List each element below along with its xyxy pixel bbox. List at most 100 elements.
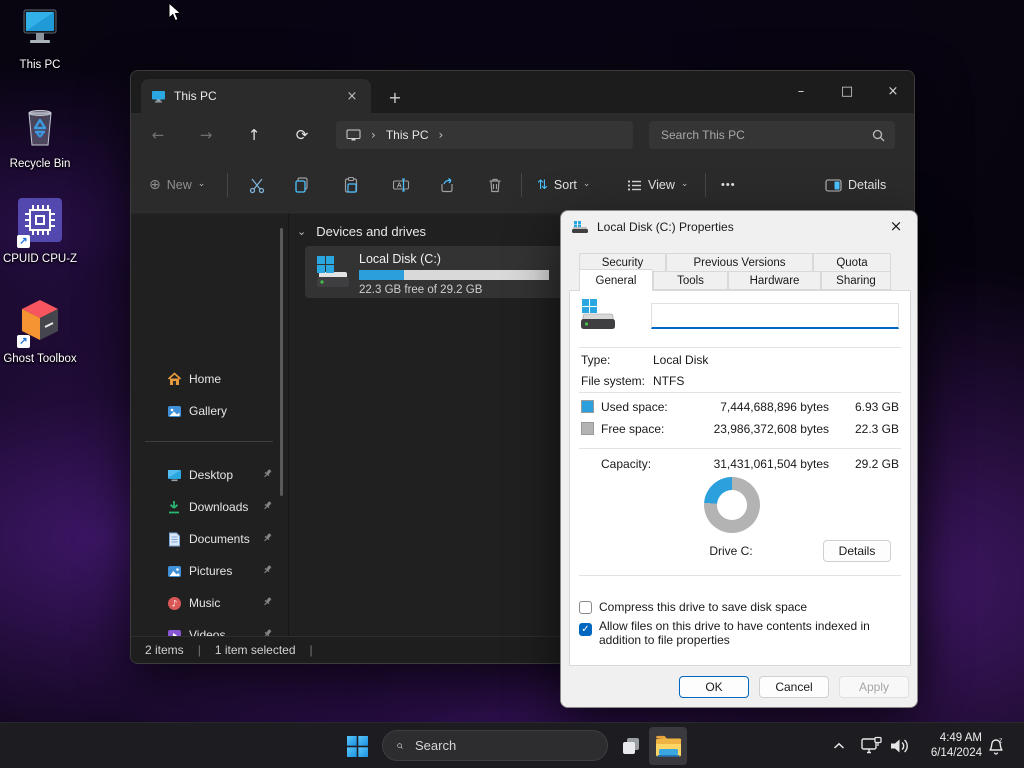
divider bbox=[579, 347, 901, 348]
monitor-icon bbox=[346, 129, 361, 142]
tab-sharing[interactable]: Sharing bbox=[821, 271, 891, 290]
chevron-down-icon[interactable]: ⌄ bbox=[297, 225, 306, 238]
forward-button[interactable]: → bbox=[190, 119, 222, 151]
sidebar-item-gallery[interactable]: Gallery bbox=[139, 397, 281, 425]
properties-dialog: Local Disk (C:) Properties × Security Pr… bbox=[560, 210, 918, 708]
dialog-footer: OK Cancel Apply bbox=[561, 664, 917, 707]
maximize-button[interactable]: □ bbox=[824, 71, 870, 111]
details-button[interactable]: Details bbox=[823, 540, 891, 562]
volume-label-input[interactable] bbox=[651, 303, 899, 329]
new-tab-button[interactable]: + bbox=[383, 85, 407, 109]
rename-button[interactable]: A bbox=[385, 169, 417, 201]
compress-checkbox-label[interactable]: Compress this drive to save disk space bbox=[599, 600, 901, 614]
used-space-bytes: 7,444,688,896 bytes bbox=[681, 400, 829, 414]
tab-hardware[interactable]: Hardware bbox=[728, 271, 821, 290]
used-space-label: Used space: bbox=[601, 400, 668, 414]
file-explorer-taskbar-button[interactable] bbox=[649, 727, 687, 765]
more-options-button[interactable]: ••• bbox=[713, 169, 744, 201]
copy-icon bbox=[293, 176, 311, 194]
back-button[interactable]: ← bbox=[142, 119, 174, 151]
tab-quota[interactable]: Quota bbox=[813, 253, 891, 272]
sidebar-item-pictures[interactable]: Pictures bbox=[139, 557, 281, 585]
share-button[interactable] bbox=[431, 169, 463, 201]
clipboard-icon bbox=[342, 176, 360, 194]
free-space-gb: 22.3 GB bbox=[837, 422, 899, 436]
tab-general[interactable]: General bbox=[579, 269, 653, 291]
taskbar-search[interactable] bbox=[382, 730, 608, 761]
bell-do-not-disturb-icon: z bbox=[986, 736, 1006, 756]
drive-item-local-disk-c[interactable]: Local Disk (C:) 22.3 GB free of 29.2 GB bbox=[305, 246, 567, 298]
close-button[interactable]: × bbox=[870, 71, 915, 111]
explorer-toolbar: ⊕ New ⌄ bbox=[131, 157, 914, 214]
tab-title: This PC bbox=[174, 89, 217, 103]
dialog-titlebar[interactable]: Local Disk (C:) Properties × bbox=[561, 211, 917, 243]
tray-network-button[interactable] bbox=[860, 723, 883, 768]
desktop-icon-recycle-bin[interactable]: Recycle Bin bbox=[0, 103, 80, 171]
free-space-swatch bbox=[581, 422, 594, 435]
desktop-icon-cpuz[interactable]: ↗ CPUID CPU-Z bbox=[0, 196, 80, 266]
tray-notifications-button[interactable]: z bbox=[986, 723, 1006, 768]
index-checkbox[interactable]: ✓ bbox=[579, 623, 592, 636]
explorer-search[interactable] bbox=[649, 121, 895, 149]
chevron-up-icon bbox=[833, 742, 845, 750]
monitor-icon bbox=[151, 90, 166, 103]
sidebar-item-documents[interactable]: Documents bbox=[139, 525, 281, 553]
disk-usage-donut-chart bbox=[704, 477, 760, 533]
new-button[interactable]: ⊕ New ⌄ bbox=[141, 169, 213, 201]
cancel-button[interactable]: Cancel bbox=[759, 676, 829, 698]
desktop-icon-label: Ghost Toolbox bbox=[3, 353, 76, 366]
tab-tools[interactable]: Tools bbox=[653, 271, 728, 290]
tray-volume-button[interactable] bbox=[889, 723, 910, 768]
details-pane-button[interactable]: Details bbox=[817, 169, 894, 201]
dialog-close-button[interactable]: × bbox=[875, 211, 917, 241]
pin-icon bbox=[262, 564, 273, 578]
drive-name: Local Disk (C:) bbox=[359, 252, 441, 266]
tray-clock[interactable]: 4:49 AM 6/14/2024 bbox=[916, 731, 982, 761]
sidebar-item-music[interactable]: ♪ Music bbox=[139, 589, 281, 617]
statusbar-separator: | bbox=[310, 643, 313, 657]
sort-label: Sort bbox=[554, 178, 577, 192]
task-view-button[interactable] bbox=[614, 729, 648, 763]
sidebar-scrollbar[interactable] bbox=[280, 228, 283, 496]
explorer-titlebar[interactable]: This PC × + – □ × bbox=[131, 71, 914, 113]
chevron-down-icon: ⌄ bbox=[583, 179, 591, 189]
desktop-icon-ghost-toolbox[interactable]: ↗ Ghost Toolbox bbox=[0, 296, 80, 366]
copy-button[interactable] bbox=[286, 169, 318, 201]
start-button[interactable] bbox=[340, 729, 374, 763]
tab-previous-versions[interactable]: Previous Versions bbox=[666, 253, 813, 272]
taskbar-search-input[interactable] bbox=[413, 737, 593, 754]
refresh-button[interactable]: ⟳ bbox=[286, 119, 318, 151]
sidebar-item-downloads[interactable]: Downloads bbox=[139, 493, 281, 521]
tab-close-icon[interactable]: × bbox=[343, 87, 361, 105]
ok-button[interactable]: OK bbox=[679, 676, 749, 698]
svg-text:z: z bbox=[999, 738, 1003, 745]
up-button[interactable]: ↑ bbox=[238, 119, 270, 151]
apply-button[interactable]: Apply bbox=[839, 676, 909, 698]
minimize-button[interactable]: – bbox=[778, 71, 824, 111]
view-label: View bbox=[648, 178, 675, 192]
desktop-icon-this-pc[interactable]: This PC bbox=[0, 6, 80, 72]
this-pc-icon bbox=[17, 6, 63, 55]
compress-checkbox[interactable]: ✓ bbox=[579, 601, 592, 614]
explorer-tab[interactable]: This PC × bbox=[141, 79, 371, 113]
index-checkbox-label[interactable]: Allow files on this drive to have conten… bbox=[599, 619, 901, 647]
paste-button[interactable] bbox=[335, 169, 367, 201]
sidebar-item-desktop[interactable]: Desktop bbox=[139, 461, 281, 489]
view-button[interactable]: View ⌄ bbox=[619, 169, 696, 201]
sort-button[interactable]: ⇅ Sort ⌄ bbox=[529, 169, 598, 201]
breadcrumb-item[interactable]: This PC bbox=[386, 128, 429, 142]
taskbar: 4:49 AM 6/14/2024 z bbox=[0, 722, 1024, 768]
windows-logo-icon bbox=[347, 736, 368, 757]
delete-button[interactable] bbox=[479, 169, 511, 201]
sidebar-item-label: Home bbox=[189, 372, 221, 386]
section-devices-and-drives[interactable]: ⌄ Devices and drives bbox=[297, 224, 426, 239]
cut-button[interactable] bbox=[241, 169, 273, 201]
sidebar-item-label: Documents bbox=[189, 532, 250, 546]
tray-show-hidden-icons[interactable] bbox=[833, 723, 845, 768]
breadcrumb[interactable]: › This PC › bbox=[336, 121, 633, 149]
search-icon bbox=[397, 739, 403, 753]
dialog-title: Local Disk (C:) Properties bbox=[597, 220, 734, 234]
sidebar-item-label: Downloads bbox=[189, 500, 248, 514]
search-input[interactable] bbox=[659, 127, 872, 143]
sidebar-item-home[interactable]: Home bbox=[139, 365, 281, 393]
